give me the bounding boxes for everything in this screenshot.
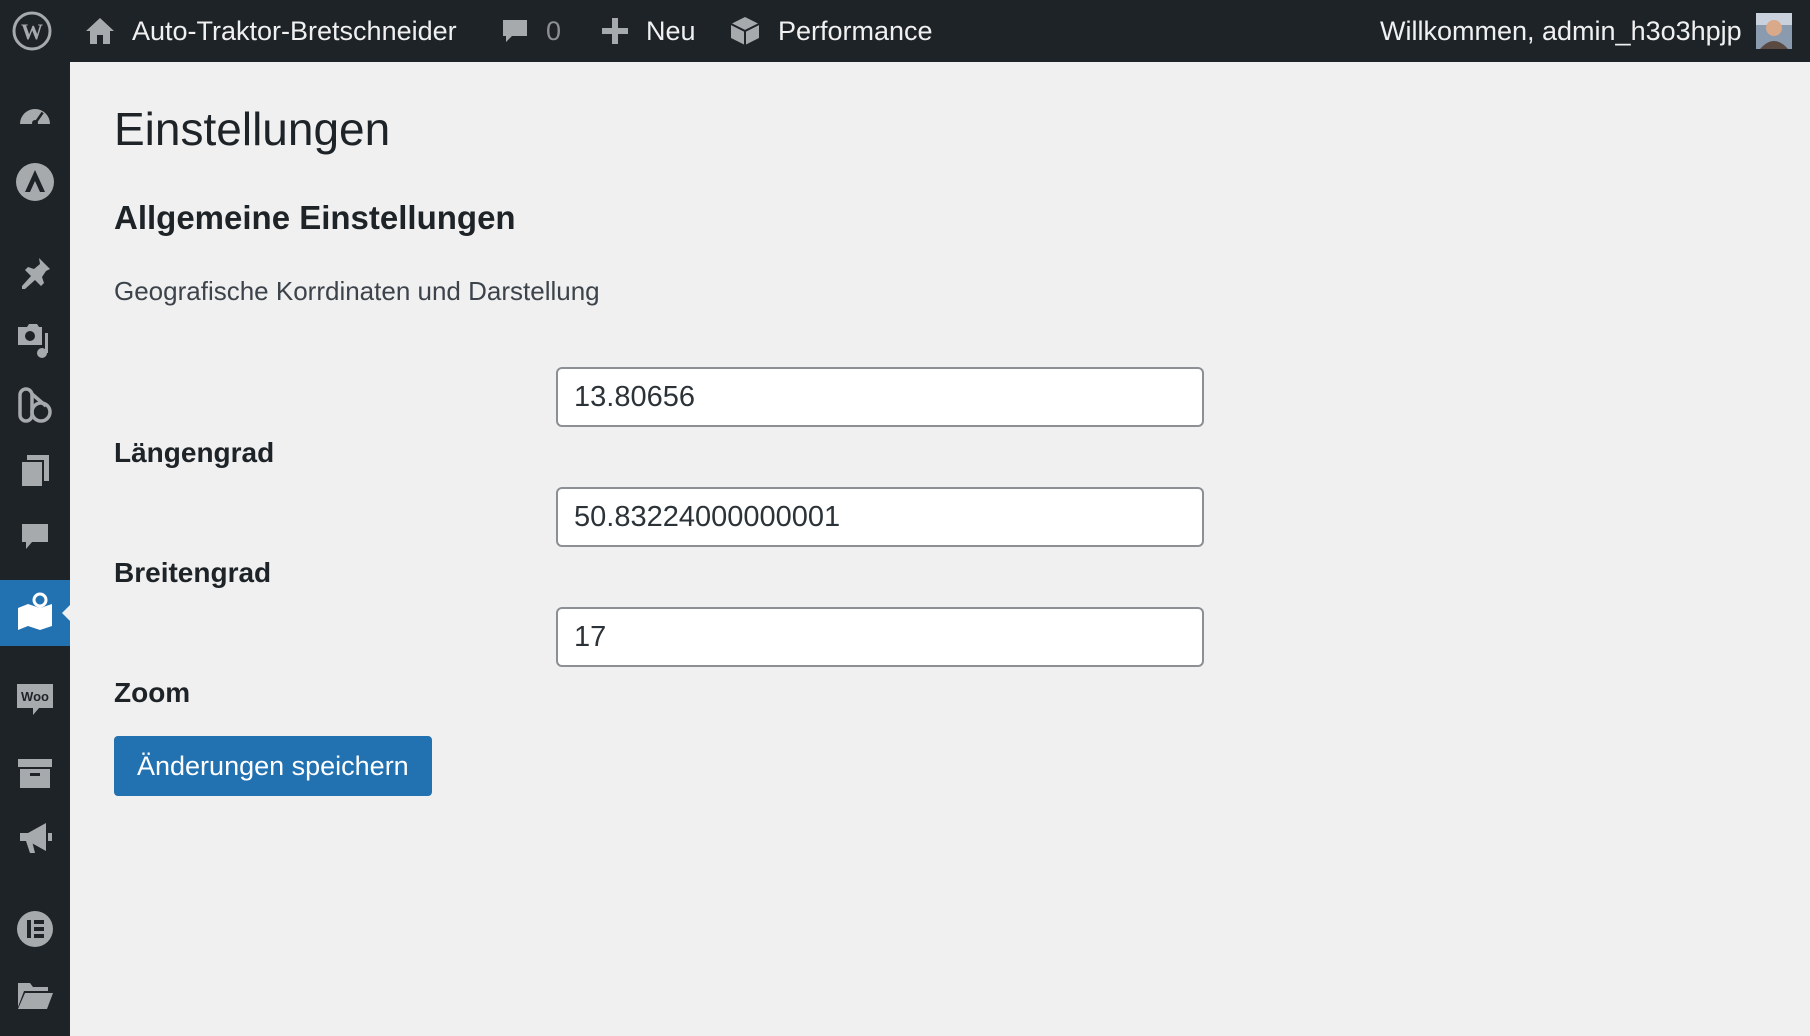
performance-cube-icon — [728, 14, 762, 48]
wordpress-logo-icon[interactable]: W — [12, 0, 52, 62]
astra-icon — [15, 162, 55, 207]
elementor-icon — [16, 910, 54, 953]
section-title: Allgemeine Einstellungen — [114, 199, 516, 236]
performance-link[interactable]: Performance — [728, 0, 933, 62]
performance-label: Performance — [778, 15, 933, 46]
posts-pin-icon — [17, 255, 53, 296]
site-name-label: Auto-Traktor-Bretschneider — [132, 15, 457, 46]
plus-icon — [600, 16, 630, 46]
sidebar-item-dashboard[interactable] — [0, 85, 70, 151]
woo-icon: Woo — [15, 680, 55, 723]
archive-icon — [16, 756, 54, 795]
sidebar-item-media[interactable] — [0, 308, 70, 374]
sidebar-item-marketing[interactable] — [0, 807, 70, 873]
zoom-label: Zoom — [114, 677, 191, 708]
sidebar-item-elementor[interactable] — [0, 898, 70, 964]
sidebar-item-pages[interactable] — [0, 440, 70, 506]
comments-count: 0 — [546, 15, 562, 46]
svg-text:Woo: Woo — [21, 689, 49, 704]
account-menu[interactable]: Willkommen, admin_h3o3hpjp — [1380, 0, 1792, 62]
sidebar-item-map[interactable] — [0, 580, 71, 646]
main-content: Einstellungen Allgemeine Einstellungen G… — [70, 62, 1810, 1036]
map-icon — [16, 592, 54, 635]
new-content-link[interactable]: Neu — [600, 0, 696, 62]
pages-icon — [18, 453, 52, 494]
sidebar-item-woocommerce[interactable]: Woo — [0, 668, 70, 734]
zoom-input[interactable] — [556, 607, 1204, 667]
section-description: Geografische Korrdinaten und Darstellung — [114, 276, 600, 306]
folder-icon — [16, 979, 54, 1016]
sidebar-item-archive[interactable] — [0, 742, 70, 808]
admin-bar: W Auto-Traktor-Bretschneider 0 Neu Perfo… — [0, 0, 1810, 62]
sidebar-item-block-editor[interactable] — [0, 374, 70, 440]
avatar — [1755, 13, 1792, 49]
comment-bubble-icon — [500, 16, 530, 46]
greeting-text: Willkommen, admin_h3o3hpjp — [1380, 15, 1742, 46]
latitude-label: Breitengrad — [114, 557, 272, 588]
longitude-label: Längengrad — [114, 437, 275, 468]
dashboard-icon — [17, 98, 53, 139]
latitude-input[interactable] — [556, 487, 1204, 547]
marketing-megaphone-icon — [16, 819, 54, 862]
comments-link[interactable]: 0 — [500, 0, 561, 62]
sidebar-item-posts[interactable] — [0, 242, 70, 308]
site-name-link[interactable]: Auto-Traktor-Bretschneider — [84, 0, 457, 62]
svg-text:W: W — [21, 19, 43, 44]
sidebar-item-astra[interactable] — [0, 151, 70, 217]
sidebar-item-folders[interactable] — [0, 964, 70, 1030]
admin-menu-sidebar: Woo — [0, 62, 71, 1036]
save-changes-button[interactable]: Änderungen speichern — [114, 736, 432, 796]
block-editor-icon — [16, 386, 54, 429]
media-icon — [15, 319, 55, 364]
comments-icon — [18, 520, 52, 559]
home-icon — [84, 15, 116, 47]
new-label: Neu — [646, 15, 696, 46]
longitude-input[interactable] — [556, 367, 1204, 427]
page-title: Einstellungen — [114, 103, 391, 155]
sidebar-item-comments[interactable] — [0, 506, 70, 572]
